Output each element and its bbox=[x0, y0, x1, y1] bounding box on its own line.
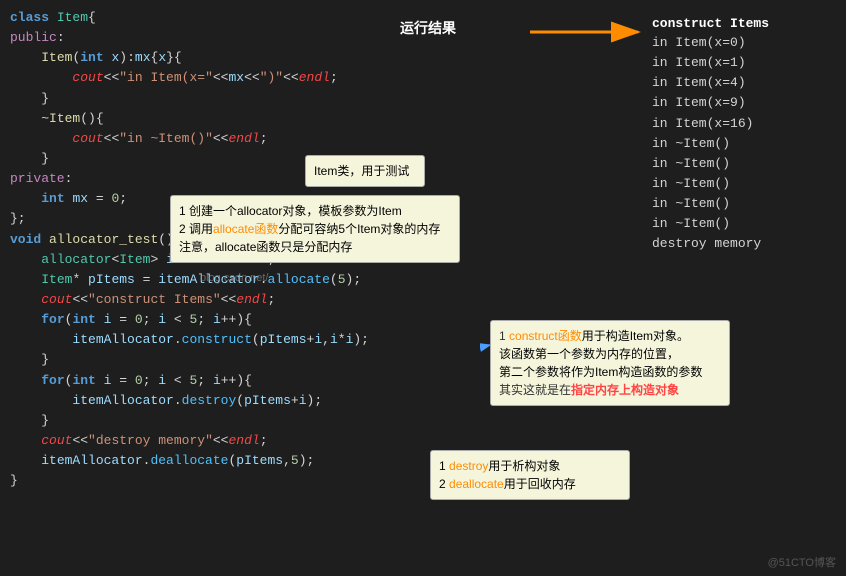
watermark: @51CTO博客 bbox=[768, 554, 836, 570]
runtime-label: 运行结果 bbox=[400, 18, 456, 38]
result-line-10: in ~Item() bbox=[652, 214, 840, 234]
result-line-9: in ~Item() bbox=[652, 194, 840, 214]
code-line-7: cout<<"in ~Item()"<<endl; bbox=[10, 129, 470, 149]
code-line-17: itemAllocator.construct(pItems+i,i*i); bbox=[10, 330, 470, 350]
result-line-3: in Item(x=4) bbox=[652, 73, 840, 93]
tooltip-item-class: Item类，用于测试 bbox=[305, 155, 425, 187]
code-line-6: ~Item(){ bbox=[10, 109, 470, 129]
allocator-tip-line3: 注意，allocate函数只是分配内存 bbox=[179, 238, 451, 256]
tooltip-allocator: 1 创建一个allocator对象，模板参数为Item 2 调用allocate… bbox=[170, 195, 460, 263]
result-line-1: in Item(x=0) bbox=[652, 33, 840, 53]
code-line-3: Item(int x):mx{x}{ bbox=[10, 48, 470, 68]
code-line-19: for(int i = 0; i < 5; i++){ bbox=[10, 371, 470, 391]
result-line-7: in ~Item() bbox=[652, 154, 840, 174]
code-line-18: } bbox=[10, 350, 470, 370]
allocator-tip-line2: 2 调用allocate函数分配可容纳5个Item对象的内存 bbox=[179, 220, 451, 238]
main-container: class Item{ public: Item(int x):mx{x}{ c… bbox=[0, 0, 846, 576]
blog-watermark: blog.csdn.net/ bbox=[200, 272, 269, 284]
code-line-15: cout<<"construct Items"<<endl; bbox=[10, 290, 470, 310]
code-line-16: for(int i = 0; i < 5; i++){ bbox=[10, 310, 470, 330]
code-line-22: cout<<"destroy memory"<<endl; bbox=[10, 431, 470, 451]
result-line-11: destroy memory bbox=[652, 234, 840, 254]
results-panel: construct Items in Item(x=0) in Item(x=1… bbox=[646, 8, 846, 263]
code-line-4: cout<<"in Item(x="<<mx<<")"<<endl; bbox=[10, 68, 470, 88]
code-line-23: itemAllocator.deallocate(pItems,5); bbox=[10, 451, 470, 471]
tooltip-construct: 1 construct函数用于构造Item对象。 该函数第一个参数为内存的位置，… bbox=[490, 320, 730, 406]
code-panel: class Item{ public: Item(int x):mx{x}{ c… bbox=[0, 0, 480, 576]
result-line-6: in ~Item() bbox=[652, 134, 840, 154]
result-line-5: in Item(x=16) bbox=[652, 114, 840, 134]
result-line-8: in ~Item() bbox=[652, 174, 840, 194]
tooltip-destroy: 1 destroy用于析构对象 2 deallocate用于回收内存 bbox=[430, 450, 630, 500]
code-line-21: } bbox=[10, 411, 470, 431]
allocator-tip-line1: 1 创建一个allocator对象，模板参数为Item bbox=[179, 202, 451, 220]
code-line-24: } bbox=[10, 471, 470, 491]
result-line-2: in Item(x=1) bbox=[652, 53, 840, 73]
code-line-20: itemAllocator.destroy(pItems+i); bbox=[10, 391, 470, 411]
result-line-4: in Item(x=9) bbox=[652, 93, 840, 113]
code-line-5: } bbox=[10, 89, 470, 109]
result-header: construct Items bbox=[652, 16, 840, 31]
